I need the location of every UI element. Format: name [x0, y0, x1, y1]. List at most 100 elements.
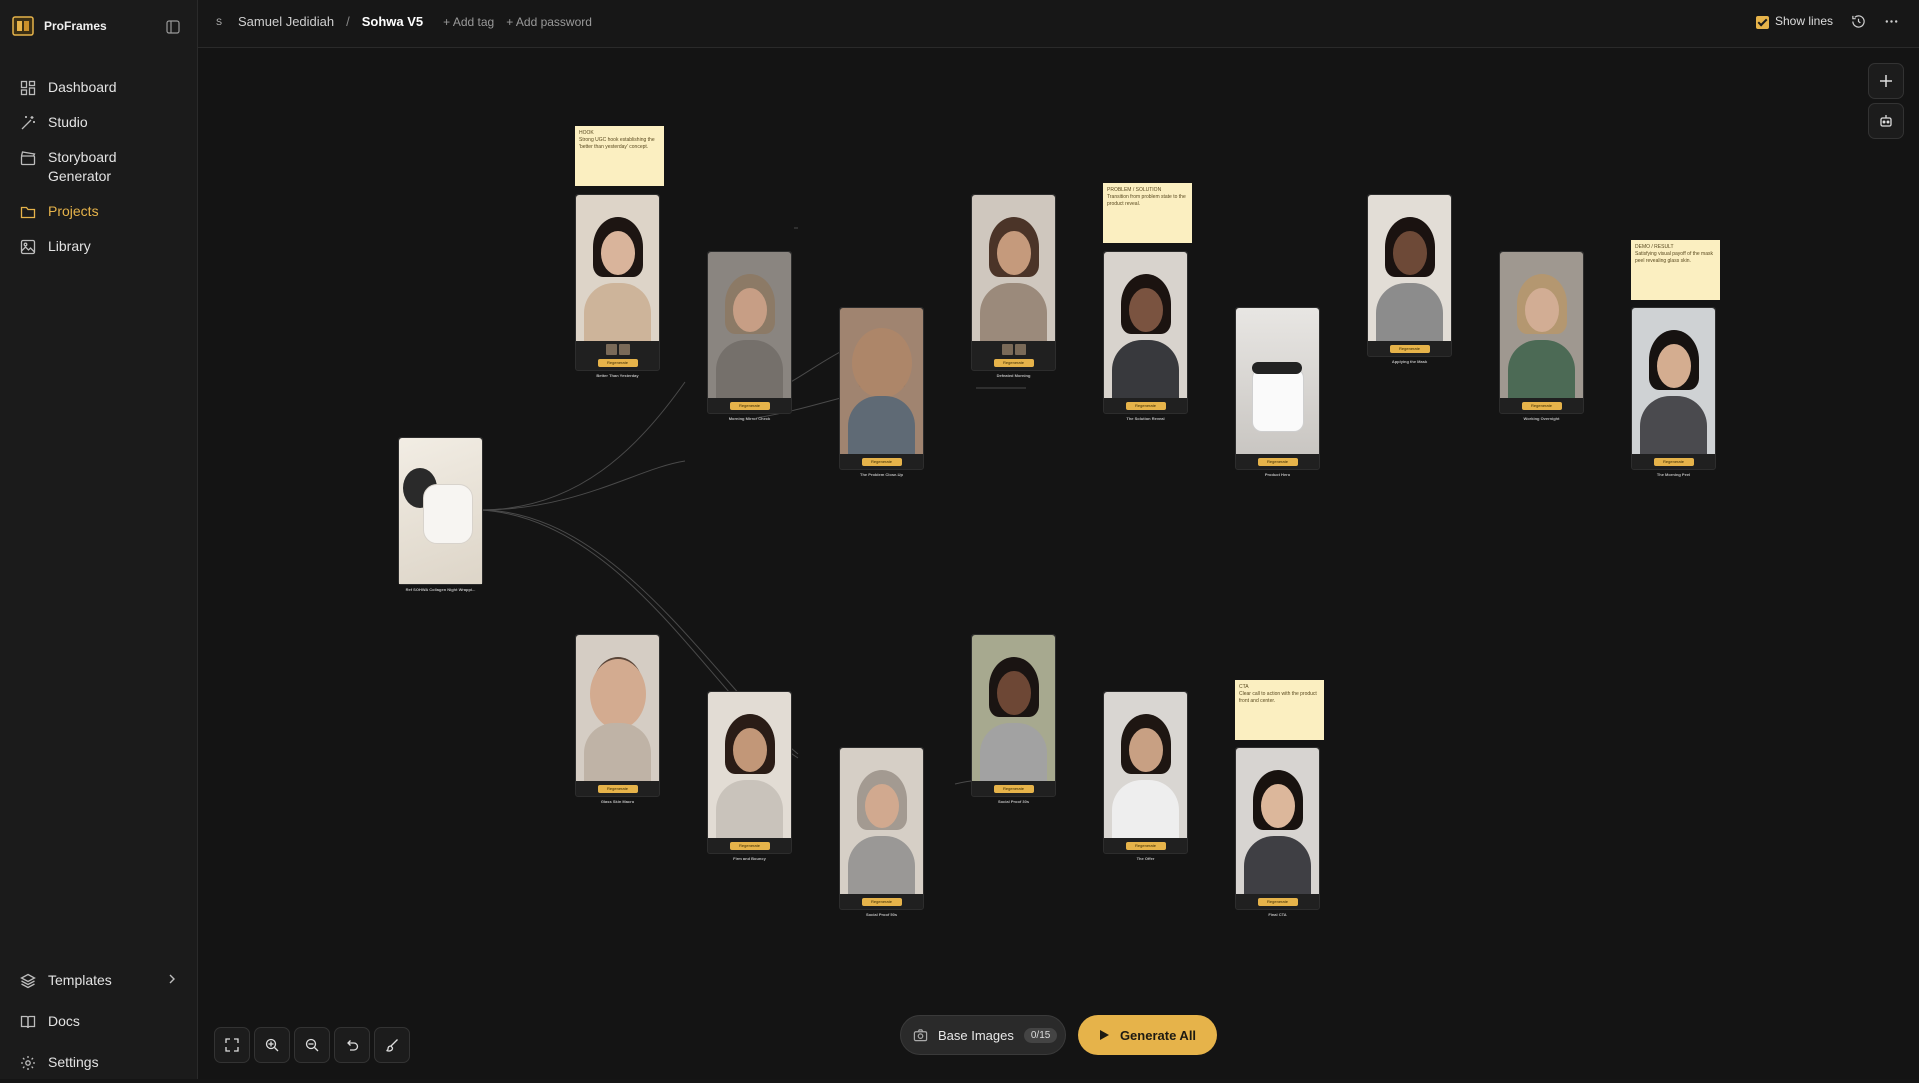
scene-card-defeated-morning[interactable]: Regenerate Defeated Morning	[971, 194, 1056, 378]
regenerate-button[interactable]: Regenerate	[1521, 402, 1562, 410]
scene-card-better-than-yesterday[interactable]: Regenerate Better Than Yesterday	[575, 194, 660, 378]
sidebar-item-storyboard-generator[interactable]: Storyboard Generator	[0, 140, 197, 194]
history-icon[interactable]	[1851, 14, 1866, 29]
scene-card-the-offer[interactable]: Regenerate The Offer	[1103, 691, 1188, 861]
collapse-sidebar-icon[interactable]	[166, 20, 180, 34]
regenerate-button[interactable]: Regenerate	[1125, 402, 1166, 410]
scene-card-glass-skin-macro[interactable]: Regenerate Glass Skin Macro	[575, 634, 660, 804]
note-demo-result[interactable]: DEMO / RESULT Satisfying visual payoff o…	[1631, 240, 1720, 300]
scene-card-social-proof-50s[interactable]: Regenerate Social Proof 50s	[839, 747, 924, 917]
regenerate-button[interactable]: Regenerate	[861, 458, 902, 466]
card-caption: Firm and Bouncy	[733, 856, 766, 861]
sidebar-bottom-nav: Templates Docs Settings	[0, 960, 197, 1083]
zoom-in-button[interactable]	[254, 1027, 290, 1063]
card-caption: Product Hero	[1264, 472, 1291, 477]
regenerate-button[interactable]: Regenerate	[861, 898, 902, 906]
zoom-out-button[interactable]	[294, 1027, 330, 1063]
card-caption: Working Overnight	[1523, 416, 1560, 421]
show-lines-toggle[interactable]: Show lines	[1755, 14, 1833, 29]
scene-card-solution-reveal[interactable]: Regenerate The Solution Reveal	[1103, 251, 1188, 421]
layers-icon	[20, 973, 36, 989]
top-right-actions: Show lines	[1755, 14, 1899, 29]
add-tag-button[interactable]: + Add tag	[443, 15, 494, 29]
regenerate-button[interactable]: Regenerate	[1653, 458, 1694, 466]
card-caption: Final CTA	[1268, 912, 1287, 917]
scene-image	[1236, 308, 1319, 454]
card-caption: The Morning Peel	[1656, 472, 1691, 477]
note-title: CTA	[1239, 684, 1249, 690]
card-caption: Social Proof 50s	[865, 912, 898, 917]
scene-card-problem-close-up[interactable]: Regenerate The Problem Close-Up	[839, 307, 924, 477]
scene-image	[1104, 252, 1187, 398]
more-options-icon[interactable]	[1884, 14, 1899, 29]
note-cta[interactable]: CTA Clear call to action with the produc…	[1235, 680, 1324, 740]
sidebar-item-dashboard[interactable]: Dashboard	[0, 70, 197, 105]
sidebar-item-label: Storyboard Generator	[48, 149, 117, 184]
note-hook[interactable]: HOOK Strong UGC hook establishing the 'b…	[575, 126, 664, 186]
scene-card-social-proof-30s[interactable]: Regenerate Social Proof 30s	[971, 634, 1056, 804]
base-images-button[interactable]: Base Images 0/15	[900, 1015, 1066, 1055]
scene-card-final-cta[interactable]: Regenerate Final CTA	[1235, 747, 1320, 917]
regenerate-button[interactable]: Regenerate	[729, 842, 770, 850]
regenerate-button[interactable]: Regenerate	[993, 785, 1034, 793]
scene-card-applying-the-mask[interactable]: Regenerate Applying the Mask	[1367, 194, 1452, 364]
regenerate-button[interactable]: Regenerate	[597, 359, 638, 367]
card-caption: Glass Skin Macro	[600, 799, 635, 804]
regenerate-button[interactable]: Regenerate	[1389, 345, 1430, 353]
note-problem-solution[interactable]: PROBLEM / SOLUTION Transition from probl…	[1103, 183, 1192, 243]
sidebar-item-studio[interactable]: Studio	[0, 105, 197, 140]
scene-card-morning-mirror-check[interactable]: Regenerate Morning Mirror Check	[707, 251, 792, 421]
sidebar-item-docs[interactable]: Docs	[0, 1001, 197, 1042]
regenerate-button[interactable]: Regenerate	[729, 402, 770, 410]
sidebar-item-templates[interactable]: Templates	[0, 960, 197, 1001]
scene-card-morning-peel[interactable]: Regenerate The Morning Peel	[1631, 307, 1716, 477]
scene-card-working-overnight[interactable]: Regenerate Working Overnight	[1499, 251, 1584, 421]
scene-card-firm-and-bouncy[interactable]: Regenerate Firm and Bouncy	[707, 691, 792, 861]
ai-assistant-button[interactable]	[1868, 103, 1904, 139]
fit-view-button[interactable]	[214, 1027, 250, 1063]
generate-all-button[interactable]: Generate All	[1078, 1015, 1217, 1055]
sidebar-item-label: Templates	[48, 972, 112, 988]
add-node-button[interactable]	[1868, 63, 1904, 99]
grid-icon	[20, 80, 36, 96]
clapperboard-icon	[20, 151, 36, 166]
show-lines-checkbox[interactable]	[1755, 15, 1769, 29]
scene-image	[1104, 692, 1187, 838]
generate-all-label: Generate All	[1119, 1027, 1197, 1043]
regenerate-button[interactable]: Regenerate	[993, 359, 1034, 367]
breadcrumb-project[interactable]: Sohwa V5	[362, 14, 423, 29]
regenerate-button[interactable]: Regenerate	[1257, 458, 1298, 466]
sidebar-item-label: Studio	[48, 114, 88, 130]
brush-icon	[386, 1039, 398, 1052]
note-text: Satisfying visual payoff of the mask pee…	[1635, 251, 1714, 264]
top-bar: S Samuel Jedidiah / Sohwa V5 + Add tag +…	[198, 0, 1919, 48]
scene-image	[708, 692, 791, 838]
regenerate-button[interactable]: Regenerate	[1125, 842, 1166, 850]
sidebar-item-projects[interactable]: Projects	[0, 194, 197, 229]
undo-button[interactable]	[334, 1027, 370, 1063]
regenerate-button[interactable]: Regenerate	[597, 785, 638, 793]
storyboard-canvas[interactable]: HOOK Strong UGC hook establishing the 'b…	[198, 48, 1919, 1079]
scene-card-product-hero[interactable]: Regenerate Product Hero	[1235, 307, 1320, 477]
sidebar-item-label: Dashboard	[48, 79, 117, 95]
scene-image	[1368, 195, 1451, 341]
note-text: Clear call to action with the product fr…	[1239, 691, 1317, 704]
sidebar: ProFrames Dashboard Studio Storyboard Ge…	[0, 0, 198, 1079]
card-caption: Ref SOHWA Collagen Night Wrappi...	[405, 587, 476, 592]
clean-up-button[interactable]	[374, 1027, 410, 1063]
add-password-button[interactable]: + Add password	[506, 15, 592, 29]
sidebar-item-library[interactable]: Library	[0, 229, 197, 264]
note-title: PROBLEM / SOLUTION	[1107, 187, 1162, 193]
robot-icon	[1880, 115, 1892, 127]
breadcrumb: S Samuel Jedidiah / Sohwa V5 + Add tag +…	[216, 14, 592, 29]
base-image-card[interactable]: Ref SOHWA Collagen Night Wrappi...	[398, 437, 483, 592]
breadcrumb-user[interactable]: Samuel Jedidiah	[238, 14, 334, 29]
book-icon	[20, 1015, 36, 1029]
scene-image	[708, 252, 791, 398]
sidebar-item-label: Settings	[48, 1054, 99, 1070]
regenerate-button[interactable]: Regenerate	[1257, 898, 1298, 906]
brand[interactable]: ProFrames	[12, 14, 107, 38]
sidebar-item-settings[interactable]: Settings	[0, 1042, 197, 1083]
scene-image	[576, 635, 659, 781]
card-caption: The Offer	[1136, 856, 1155, 861]
